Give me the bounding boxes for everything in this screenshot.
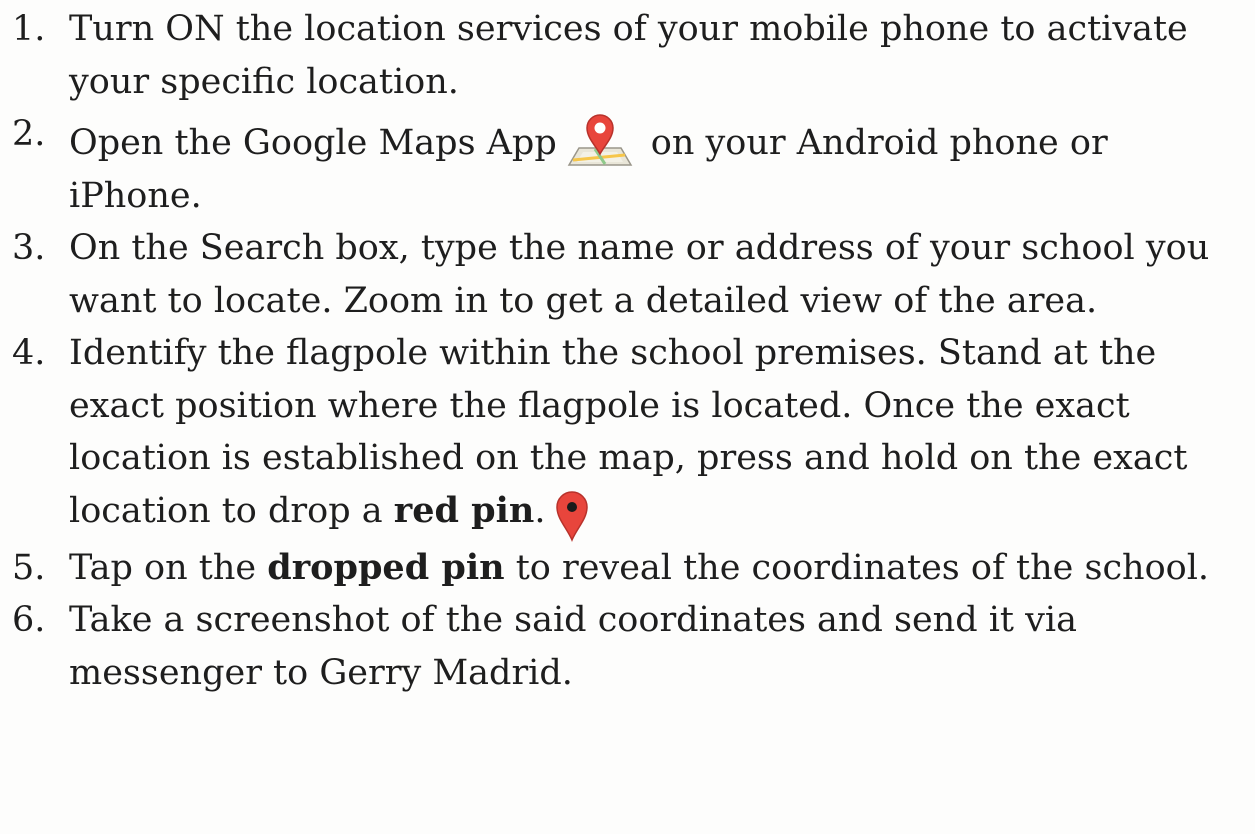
step-number: 3. [12,228,46,268]
dropped-pin-label: dropped pin [267,546,505,588]
step-text-after-bold: . [534,490,546,531]
step-text-before-bold: Tap on the [69,547,257,588]
step-text: Take a screenshot of the said coordinate… [69,600,1077,693]
step-6: 6. Take a screenshot of the said coordin… [0,594,1234,699]
step-5: 5. Tap on the dropped pin to reveal the … [0,542,1234,595]
step-number: 5. [12,547,46,588]
step-text: Tap on the dropped pin to reveal the coo… [69,542,1234,595]
step-number: 6. [12,600,46,640]
step-1: 1. Turn ON the location services of your… [0,3,1234,108]
step-4: 4. Identify the flagpole within the scho… [0,327,1234,542]
step-number: 4. [12,333,46,373]
step-3: 3. On the Search box, type the name or a… [0,222,1234,327]
steps-list: 1. Turn ON the location services of your… [0,3,1255,699]
step-text: Turn ON the location services of your mo… [69,9,1188,102]
step-number: 2. [12,114,46,154]
red-pin-icon [555,490,589,542]
step-text-before-bold: Identify the flagpole within the school … [69,333,1188,531]
instructions-page: 1. Turn ON the location services of your… [0,0,1255,834]
step-text: Identify the flagpole within the school … [69,327,1234,542]
step-2: 2. Open the Google Maps App on your Andr… [0,108,1234,222]
step-text: Open the Google Maps App on your Android… [69,108,1234,222]
step-text-after-bold: to reveal the coordinates of the school. [515,547,1210,588]
step-text: On the Search box, type the name or addr… [69,228,1210,321]
red-pin-label: red pin [393,489,535,531]
google-maps-icon [565,108,635,168]
step-text-before-icon: Open the Google Maps App [69,123,557,163]
step-number: 1. [12,9,46,49]
